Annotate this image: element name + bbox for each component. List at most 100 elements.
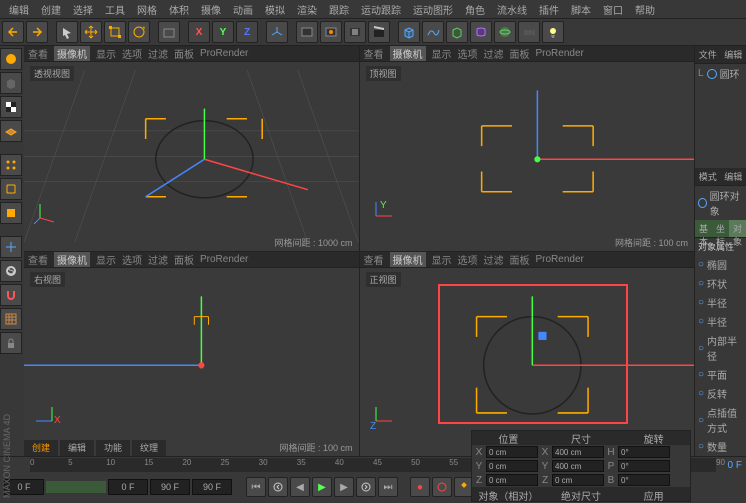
coord-mode-dropdown[interactable]: 对象（相对） <box>472 487 545 501</box>
locked-workplane-button[interactable] <box>0 332 22 354</box>
menu-motrack[interactable]: 运动跟踪 <box>356 2 406 16</box>
prop-inner[interactable]: ○内部半径 <box>695 331 746 365</box>
clapboard-icon[interactable] <box>368 21 390 43</box>
prev-frame-button[interactable]: ◀ <box>290 477 310 497</box>
menu-render[interactable]: 渲染 <box>292 2 322 16</box>
vp-menu-view[interactable]: 查看 <box>28 46 48 61</box>
menu-script[interactable]: 脚本 <box>566 2 596 16</box>
menu-select[interactable]: 选择 <box>68 2 98 16</box>
prop-radius2[interactable]: ○半径 <box>695 312 746 331</box>
camera-button[interactable] <box>518 21 540 43</box>
vp-menu-camera[interactable]: 摄像机 <box>54 46 90 61</box>
render-settings-button[interactable] <box>344 21 366 43</box>
axis-y-button[interactable]: Y <box>212 21 234 43</box>
menu-track[interactable]: 跟踪 <box>324 2 354 16</box>
undo-button[interactable] <box>2 21 24 43</box>
object-entry[interactable]: L 圆环 <box>695 64 746 83</box>
tab-function[interactable]: 功能 <box>96 440 130 456</box>
menu-animate[interactable]: 动画 <box>228 2 258 16</box>
pos-z-field[interactable] <box>486 474 538 486</box>
viewport-solo-button[interactable]: S <box>0 260 22 282</box>
prop-radius[interactable]: ○半径 <box>695 293 746 312</box>
vp-menu-panel[interactable]: 面板 <box>174 46 194 61</box>
enable-axis-button[interactable] <box>0 236 22 258</box>
vp-menu-filter[interactable]: 过滤 <box>148 46 168 61</box>
prop-interp[interactable]: ○点插值方式 <box>695 403 746 437</box>
coord-system-button[interactable] <box>266 21 288 43</box>
record-button[interactable]: ● <box>410 477 430 497</box>
size-z-field[interactable] <box>552 474 604 486</box>
prop-reverse[interactable]: ○反转 <box>695 384 746 403</box>
prev-key-button[interactable] <box>268 477 288 497</box>
tab-file[interactable]: 文件 <box>695 46 721 63</box>
history-button[interactable] <box>158 21 180 43</box>
menu-window[interactable]: 窗口 <box>598 2 628 16</box>
light-button[interactable] <box>542 21 564 43</box>
tab-mode[interactable]: 模式 <box>695 168 721 185</box>
prop-count[interactable]: ○数量 <box>695 437 746 456</box>
size-y-field[interactable] <box>552 460 604 472</box>
next-key-button[interactable] <box>356 477 376 497</box>
menu-help[interactable]: 帮助 <box>630 2 660 16</box>
generator-button[interactable] <box>446 21 468 43</box>
spline-button[interactable] <box>422 21 444 43</box>
menu-character[interactable]: 角色 <box>460 2 490 16</box>
tab-coord[interactable]: 坐标 <box>712 220 729 237</box>
tab-edit2[interactable]: 编辑 <box>721 168 746 185</box>
play-button[interactable]: ▶ <box>312 477 332 497</box>
menu-camera[interactable]: 摄像 <box>196 2 226 16</box>
viewport-perspective[interactable]: 查看 摄像机 显示 选项 过滤 面板 ProRender <box>24 46 359 251</box>
move-tool[interactable] <box>80 21 102 43</box>
tab-basic[interactable]: 基本 <box>695 220 712 237</box>
next-frame-button[interactable]: ▶ <box>334 477 354 497</box>
prop-ellipse[interactable]: ○椭圆 <box>695 255 746 274</box>
viewport-right[interactable]: 查看 摄像机 显示 选项 过滤 面板 ProRender 右视图 X 网格间距 <box>24 252 359 457</box>
point-mode-button[interactable] <box>0 154 22 176</box>
pos-y-field[interactable] <box>486 460 538 472</box>
viewport-top[interactable]: 查看 摄像机 显示 选项 过滤 面板 ProRender 顶视图 Y 网格间距 … <box>360 46 695 251</box>
deformer-button[interactable] <box>470 21 492 43</box>
primitive-cube-button[interactable] <box>398 21 420 43</box>
tab-texture[interactable]: 纹理 <box>132 440 166 456</box>
snap-button[interactable] <box>0 284 22 306</box>
tab-object[interactable]: 对象 <box>729 220 746 237</box>
goto-start-button[interactable]: ⏮ <box>246 477 266 497</box>
workplane-snap-button[interactable] <box>0 308 22 330</box>
render-view-button[interactable] <box>296 21 318 43</box>
texture-mode-button[interactable] <box>0 96 22 118</box>
model-mode-button[interactable] <box>0 72 22 94</box>
axis-x-button[interactable]: X <box>188 21 210 43</box>
polygon-mode-button[interactable] <box>0 202 22 224</box>
tab-edit[interactable]: 编辑 <box>721 46 746 63</box>
environment-button[interactable] <box>494 21 516 43</box>
prop-ring[interactable]: ○环状 <box>695 274 746 293</box>
end-frame-field[interactable] <box>192 479 232 495</box>
axis-z-button[interactable]: Z <box>236 21 258 43</box>
menu-mograph[interactable]: 运动图形 <box>408 2 458 16</box>
menu-create[interactable]: 创建 <box>36 2 66 16</box>
menu-tools[interactable]: 工具 <box>100 2 130 16</box>
prop-plane[interactable]: ○平面 <box>695 365 746 384</box>
range-end-field[interactable] <box>150 479 190 495</box>
apply-button[interactable]: 应用 <box>617 487 690 501</box>
vp-menu-display[interactable]: 显示 <box>96 46 116 61</box>
vp-menu-prorender[interactable]: ProRender <box>200 48 248 59</box>
scale-tool[interactable] <box>104 21 126 43</box>
viewport-front[interactable]: 查看 摄像机 显示 选项 过滤 面板 ProRender 正视图 Z <box>360 252 695 457</box>
menu-plugins[interactable]: 插件 <box>534 2 564 16</box>
menu-volume[interactable]: 体积 <box>164 2 194 16</box>
redo-button[interactable] <box>26 21 48 43</box>
menu-pipeline[interactable]: 流水线 <box>492 2 532 16</box>
render-region-button[interactable] <box>320 21 342 43</box>
tab-edit[interactable]: 编辑 <box>60 440 94 456</box>
pos-x-field[interactable] <box>486 446 538 458</box>
tab-create[interactable]: 创建 <box>24 440 58 456</box>
menu-edit[interactable]: 编辑 <box>4 2 34 16</box>
autokey-button[interactable] <box>432 477 452 497</box>
goto-end-button[interactable]: ⏭ <box>378 477 398 497</box>
rotate-tool[interactable] <box>128 21 150 43</box>
viewport-canvas[interactable] <box>24 62 359 251</box>
rot-b-field[interactable] <box>618 474 670 486</box>
size-x-field[interactable] <box>552 446 604 458</box>
size-mode-dropdown[interactable]: 绝对尺寸 <box>545 487 618 501</box>
